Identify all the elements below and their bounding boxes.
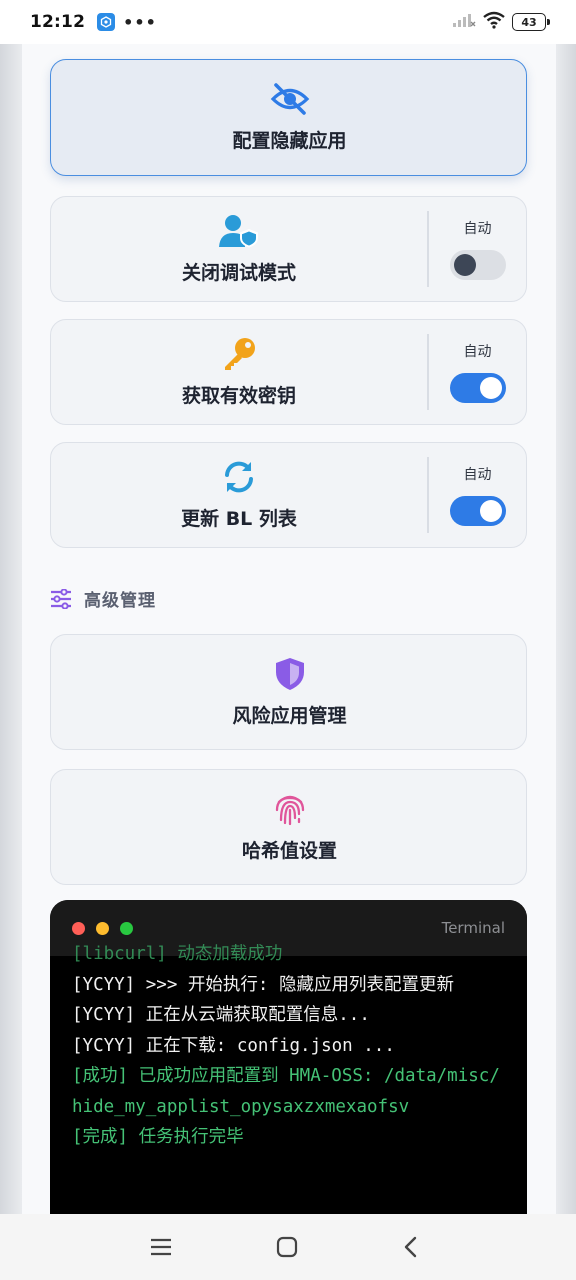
card-title: 配置隐藏应用 <box>232 130 347 152</box>
auto-toggle-bl[interactable] <box>449 496 506 526</box>
config-hidden-apps-card[interactable]: 配置隐藏应用 <box>50 59 527 176</box>
refresh-icon <box>222 460 256 494</box>
terminal-line: [libcurl] 动态加载成功 <box>72 944 283 964</box>
terminal-line: [成功] 已成功应用配置到 HMA-OSS: /data/misc/hide_m… <box>72 1066 500 1117</box>
status-time: 12:12 <box>30 12 86 32</box>
signal-icon <box>452 12 476 32</box>
terminal-line: [YCYY] 正在从云端获取配置信息... <box>72 1005 370 1025</box>
auto-toggle-key[interactable] <box>449 373 506 403</box>
close-dot-icon <box>72 921 85 935</box>
app-notification-icon <box>97 13 116 31</box>
status-bar: 12:12 ••• 43 <box>0 0 576 44</box>
more-notifications-icon: ••• <box>123 12 157 32</box>
auto-toggle-area: 自动 <box>429 443 526 547</box>
background-dim-right <box>556 44 576 1214</box>
minimize-dot-icon <box>96 921 109 935</box>
battery-icon: 43 <box>512 13 550 31</box>
shield-icon <box>274 657 306 691</box>
auto-label: 自动 <box>463 344 492 360</box>
eye-off-icon <box>270 82 310 116</box>
hash-settings-card[interactable]: 哈希值设置 <box>50 769 527 885</box>
terminal-title: Terminal <box>441 919 505 937</box>
terminal-line: [YCYY] 正在下载: config.json ... <box>72 1035 395 1056</box>
terminal-window[interactable]: Terminal [libcurl] 动态加载成功 [YCYY] >>> 开始执… <box>50 900 527 1214</box>
card-title: 关闭调试模式 <box>181 261 296 284</box>
main-sheet: 配置隐藏应用 关闭调试模式 自动 获取有效密钥 自动 更新 BL 列表 自动 高… <box>22 44 556 1214</box>
auto-label: 自动 <box>463 221 492 237</box>
card-title: 获取有效密钥 <box>181 384 296 407</box>
auto-toggle-debug[interactable] <box>449 250 506 280</box>
sliders-icon <box>50 588 72 609</box>
auto-toggle-area: 自动 <box>429 320 526 424</box>
fingerprint-icon <box>273 792 307 826</box>
card-title: 更新 BL 列表 <box>181 507 297 530</box>
auto-toggle-area: 自动 <box>429 197 526 301</box>
get-valid-key-card[interactable]: 获取有效密钥 自动 <box>50 319 527 425</box>
auto-label: 自动 <box>463 467 492 483</box>
user-shield-icon <box>218 214 260 248</box>
disable-debug-card[interactable]: 关闭调试模式 自动 <box>50 196 527 302</box>
home-icon[interactable] <box>274 1234 300 1260</box>
update-bl-list-card[interactable]: 更新 BL 列表 自动 <box>50 442 527 548</box>
card-title: 风险应用管理 <box>232 704 347 727</box>
wifi-icon <box>482 11 506 33</box>
card-title: 哈希值设置 <box>241 839 337 862</box>
risk-app-management-card[interactable]: 风险应用管理 <box>50 634 527 750</box>
section-title: 高级管理 <box>84 591 156 611</box>
terminal-output: [libcurl] 动态加载成功 [YCYY] >>> 开始执行: 隐藏应用列表… <box>50 939 527 1153</box>
maximize-dot-icon <box>120 921 133 935</box>
background-dim-left <box>0 44 22 1214</box>
advanced-section-header: 高级管理 <box>50 586 156 611</box>
back-icon[interactable] <box>398 1234 424 1260</box>
terminal-line: [YCYY] >>> 开始执行: 隐藏应用列表配置更新 <box>72 974 454 995</box>
key-icon <box>221 337 257 371</box>
menu-icon[interactable] <box>148 1234 174 1260</box>
terminal-line: [完成] 任务执行完毕 <box>72 1127 244 1147</box>
system-nav-bar <box>0 1214 576 1280</box>
